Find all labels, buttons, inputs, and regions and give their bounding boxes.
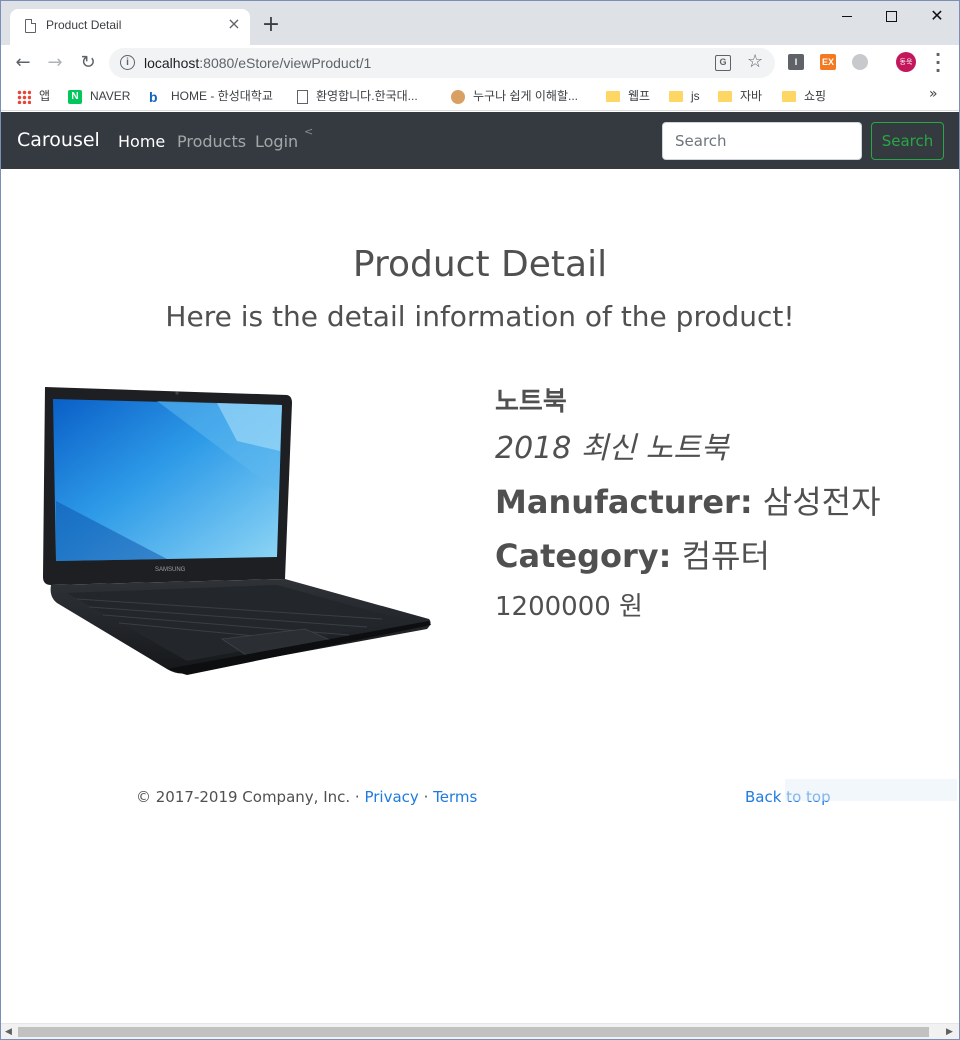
- category-value: 컴퓨터: [681, 537, 770, 575]
- forward-arrow-icon[interactable]: →: [43, 51, 67, 75]
- menu-dots-icon[interactable]: · · ·: [931, 47, 945, 79]
- caret-icon: <: [304, 125, 314, 138]
- bookmark-label: 자바: [740, 89, 763, 103]
- extension-icon[interactable]: I: [788, 54, 804, 70]
- product-image: SAMSUNG: [43, 387, 431, 675]
- bookmark-label: HOME - 한성대학교: [171, 89, 273, 103]
- tab-title: Product Detail: [46, 18, 122, 32]
- copyright-text: © 2017-2019 Company, Inc. ·: [136, 788, 360, 806]
- bookmark-welcome[interactable]: 환영합니다.한국대...: [297, 86, 418, 106]
- translate-icon[interactable]: G: [715, 55, 731, 71]
- folder-icon: [782, 91, 796, 103]
- browser-toolbar: ← → ↻ i localhost:8080/eStore/viewProduc…: [1, 45, 959, 81]
- page-icon: [25, 19, 36, 33]
- apps-grid-icon: [17, 89, 31, 104]
- back-arrow-icon[interactable]: ←: [11, 51, 35, 75]
- search-button[interactable]: Search: [871, 122, 944, 160]
- browser-window: Product Detail × + ✕ ← → ↻ i localhost:8…: [0, 0, 960, 1040]
- folder-icon: [718, 91, 732, 103]
- category-label: Category:: [495, 537, 672, 575]
- maximize-button[interactable]: [871, 5, 911, 29]
- product-category: Category: 컴퓨터: [495, 531, 770, 577]
- product-manufacturer: Manufacturer: 삼성전자: [495, 477, 881, 523]
- site-navbar: Carousel Home Products Login < Search Se…: [1, 112, 959, 169]
- search-input[interactable]: Search: [662, 122, 862, 160]
- bookmark-hansung[interactable]: b HOME - 한성대학교: [149, 86, 273, 106]
- bookmark-label: 환영합니다.한국대...: [316, 89, 418, 103]
- hansung-logo-icon: b: [149, 88, 158, 105]
- scroll-thumb[interactable]: [18, 1027, 929, 1037]
- scroll-left-arrow-icon[interactable]: ◀: [5, 1027, 12, 1037]
- bookmark-easy[interactable]: 누구나 쉽게 이해할...: [451, 86, 578, 106]
- nav-link-login[interactable]: Login: [255, 132, 298, 151]
- new-tab-button[interactable]: +: [259, 13, 283, 37]
- bookmark-apps[interactable]: 앱: [17, 86, 50, 106]
- page-subtitle: Here is the detail information of the pr…: [165, 300, 795, 333]
- page-icon: [297, 89, 308, 104]
- bookmark-folder-java[interactable]: 자바: [718, 86, 762, 106]
- manufacturer-value: 삼성전자: [762, 483, 881, 521]
- nav-link-products[interactable]: Products: [177, 132, 246, 151]
- page-title: Product Detail: [352, 244, 608, 285]
- bookmark-folder-shopping[interactable]: 쇼핑: [782, 86, 826, 106]
- bookmark-star-icon[interactable]: ☆: [747, 51, 763, 72]
- product-name: 노트북: [495, 387, 567, 417]
- info-icon[interactable]: i: [120, 55, 135, 70]
- close-window-button[interactable]: ✕: [917, 5, 957, 29]
- bookmark-label: 웹프: [628, 89, 651, 103]
- url-host: localhost: [144, 55, 200, 71]
- folder-icon: [669, 91, 683, 103]
- address-bar[interactable]: i localhost:8080/eStore/viewProduct/1 G …: [109, 48, 775, 78]
- close-tab-icon[interactable]: ×: [226, 16, 242, 32]
- manufacturer-label: Manufacturer:: [495, 483, 753, 521]
- character-icon: [451, 89, 465, 104]
- bookmark-folder-web[interactable]: 웹프: [606, 86, 650, 106]
- tab-strip: Product Detail × + ✕: [1, 1, 959, 45]
- product-description: 2018 최신 노트북: [495, 431, 729, 466]
- nav-link-home[interactable]: Home: [118, 132, 165, 151]
- brand-link[interactable]: Carousel: [17, 129, 100, 151]
- product-price: 1200000 원: [495, 592, 643, 622]
- reload-icon[interactable]: ↻: [76, 51, 100, 75]
- extension-bulb-icon[interactable]: [852, 54, 868, 70]
- scroll-right-arrow-icon[interactable]: ▶: [946, 1027, 953, 1037]
- bookmark-naver[interactable]: N NAVER: [68, 86, 130, 106]
- more-bookmarks-icon[interactable]: »: [929, 86, 938, 102]
- bookmark-folder-js[interactable]: js: [669, 86, 700, 106]
- ghost-tooltip: [785, 779, 957, 801]
- samsung-logo-text: SAMSUNG: [155, 567, 186, 573]
- bookmark-label: 누구나 쉽게 이해할...: [473, 89, 578, 103]
- footer-copyright: © 2017-2019 Company, Inc. · Privacy · Te…: [136, 788, 477, 806]
- browser-tab[interactable]: Product Detail ×: [10, 9, 250, 45]
- folder-icon: [606, 91, 620, 103]
- minimize-button[interactable]: [827, 5, 867, 29]
- terms-link[interactable]: Terms: [433, 788, 477, 806]
- horizontal-scrollbar[interactable]: ◀ ▶: [1, 1023, 959, 1039]
- privacy-link[interactable]: Privacy: [364, 788, 418, 806]
- footer-separator: ·: [423, 788, 429, 806]
- extension-ex-icon[interactable]: EX: [820, 54, 836, 70]
- naver-icon: N: [68, 89, 82, 104]
- bookmark-label: 앱: [39, 89, 51, 103]
- url-text[interactable]: localhost:8080/eStore/viewProduct/1: [144, 55, 371, 71]
- bookmarks-bar: 앱 N NAVER b HOME - 한성대학교 환영합니다.한국대... 누구나 …: [1, 81, 959, 111]
- url-path: :8080/eStore/viewProduct/1: [199, 55, 372, 71]
- bookmark-label: 쇼핑: [804, 89, 827, 103]
- bookmark-label: js: [691, 89, 700, 103]
- bookmark-label: NAVER: [90, 89, 131, 103]
- profile-avatar[interactable]: 동욱: [896, 52, 916, 72]
